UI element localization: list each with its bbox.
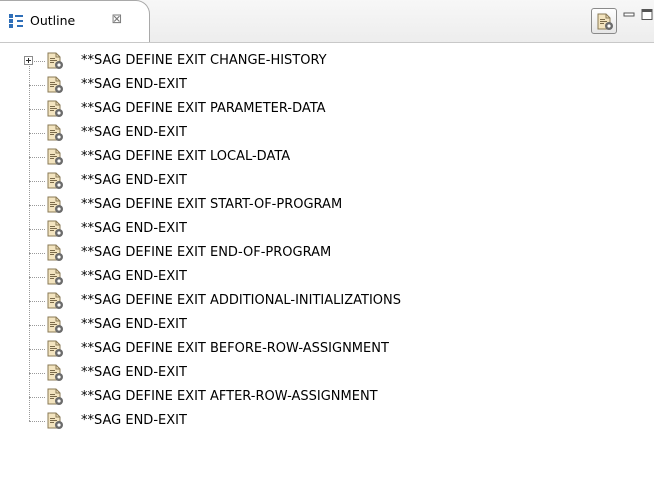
hide-fields-icon — [597, 13, 613, 30]
tree-item[interactable]: **SAG DEFINE EXIT AFTER-ROW-ASSIGNMENT — [0, 385, 654, 409]
natural-source-exit-icon — [46, 388, 64, 406]
tree-item[interactable]: **SAG DEFINE EXIT ADDITIONAL-INITIALIZAT… — [0, 289, 654, 313]
natural-source-exit-icon — [46, 76, 64, 94]
tree-item-label: **SAG DEFINE EXIT PARAMETER-DATA — [81, 101, 326, 116]
natural-source-exit-icon — [46, 196, 64, 214]
natural-source-exit-icon — [46, 220, 64, 238]
outline-view: Outline ⊠ **SAG DEFINE EXIT CHANGE-HISTO… — [0, 0, 654, 497]
natural-source-exit-icon — [46, 244, 64, 262]
tree-item[interactable]: **SAG DEFINE EXIT END-OF-PROGRAM — [0, 241, 654, 265]
natural-source-exit-icon — [46, 100, 64, 118]
tree-item-label: **SAG DEFINE EXIT BEFORE-ROW-ASSIGNMENT — [81, 341, 389, 356]
view-header: Outline ⊠ — [0, 0, 654, 43]
tree-item[interactable]: **SAG END-EXIT — [0, 265, 654, 289]
tree-connector-branch — [29, 325, 45, 326]
natural-source-exit-icon — [46, 364, 64, 382]
tree-item-label: **SAG DEFINE EXIT CHANGE-HISTORY — [81, 53, 327, 68]
tree-item[interactable]: **SAG END-EXIT — [0, 217, 654, 241]
tree-item-label: **SAG DEFINE EXIT AFTER-ROW-ASSIGNMENT — [81, 389, 378, 404]
tree-item[interactable]: **SAG END-EXIT — [0, 409, 654, 433]
natural-source-exit-icon — [46, 268, 64, 286]
tree-item-label: **SAG END-EXIT — [81, 413, 187, 428]
tree-item[interactable]: **SAG DEFINE EXIT CHANGE-HISTORY — [0, 49, 654, 73]
natural-source-exit-icon — [46, 148, 64, 166]
natural-source-exit-icon — [46, 52, 64, 70]
tree-item-label: **SAG DEFINE EXIT START-OF-PROGRAM — [81, 197, 343, 212]
tree-item-label: **SAG END-EXIT — [81, 317, 187, 332]
natural-source-exit-icon — [46, 412, 64, 430]
natural-source-exit-icon — [46, 172, 64, 190]
tree-item-label: **SAG END-EXIT — [81, 221, 187, 236]
tab-outline[interactable]: Outline ⊠ — [0, 0, 150, 42]
tree-item-label: **SAG DEFINE EXIT LOCAL-DATA — [81, 149, 291, 164]
tree-item[interactable]: **SAG DEFINE EXIT LOCAL-DATA — [0, 145, 654, 169]
outline-tree: **SAG DEFINE EXIT CHANGE-HISTORY **SAG E… — [0, 49, 654, 489]
tree-connector-branch — [29, 85, 45, 86]
tree-connector-branch — [29, 133, 45, 134]
tab-outline-label: Outline — [30, 13, 76, 28]
tree-item-label: **SAG END-EXIT — [81, 365, 187, 380]
minimize-icon[interactable] — [622, 8, 636, 22]
tree-item-label: **SAG END-EXIT — [81, 269, 187, 284]
tree-item-label: **SAG END-EXIT — [81, 125, 187, 140]
natural-source-exit-icon — [46, 340, 64, 358]
tree-connector-branch — [29, 349, 45, 350]
tree-connector-branch — [29, 181, 45, 182]
tree-item-label: **SAG DEFINE EXIT END-OF-PROGRAM — [81, 245, 332, 260]
tree-item[interactable]: **SAG END-EXIT — [0, 73, 654, 97]
tree-connector-branch — [29, 397, 45, 398]
tree-item[interactable]: **SAG END-EXIT — [0, 169, 654, 193]
tree-connector-branch — [29, 373, 45, 374]
tree-item-label: **SAG END-EXIT — [81, 173, 187, 188]
hide-fields-button[interactable] — [591, 8, 617, 34]
tree-connector-branch — [29, 301, 45, 302]
natural-source-exit-icon — [46, 316, 64, 334]
natural-source-exit-icon — [46, 292, 64, 310]
tree-connector-branch — [29, 229, 45, 230]
tree-connector-branch — [29, 277, 45, 278]
natural-source-exit-icon — [46, 124, 64, 142]
tree-connector-branch — [29, 421, 45, 422]
tree-item-label: **SAG DEFINE EXIT ADDITIONAL-INITIALIZAT… — [81, 293, 401, 308]
plus-expander-icon[interactable] — [24, 56, 33, 65]
tree-item[interactable]: **SAG DEFINE EXIT START-OF-PROGRAM — [0, 193, 654, 217]
tree-item[interactable]: **SAG END-EXIT — [0, 361, 654, 385]
tree-connector-branch — [29, 109, 45, 110]
tree-connector-branch — [29, 157, 45, 158]
tree-item-label: **SAG END-EXIT — [81, 77, 187, 92]
tree-connector-branch — [29, 253, 45, 254]
maximize-icon[interactable] — [640, 8, 654, 22]
tree-item[interactable]: **SAG END-EXIT — [0, 121, 654, 145]
tree-connector-branch — [29, 205, 45, 206]
tree-item[interactable]: **SAG DEFINE EXIT PARAMETER-DATA — [0, 97, 654, 121]
outline-view-icon — [8, 13, 24, 29]
tree-item[interactable]: **SAG DEFINE EXIT BEFORE-ROW-ASSIGNMENT — [0, 337, 654, 361]
tree-item[interactable]: **SAG END-EXIT — [0, 313, 654, 337]
close-icon[interactable]: ⊠ — [110, 12, 124, 28]
